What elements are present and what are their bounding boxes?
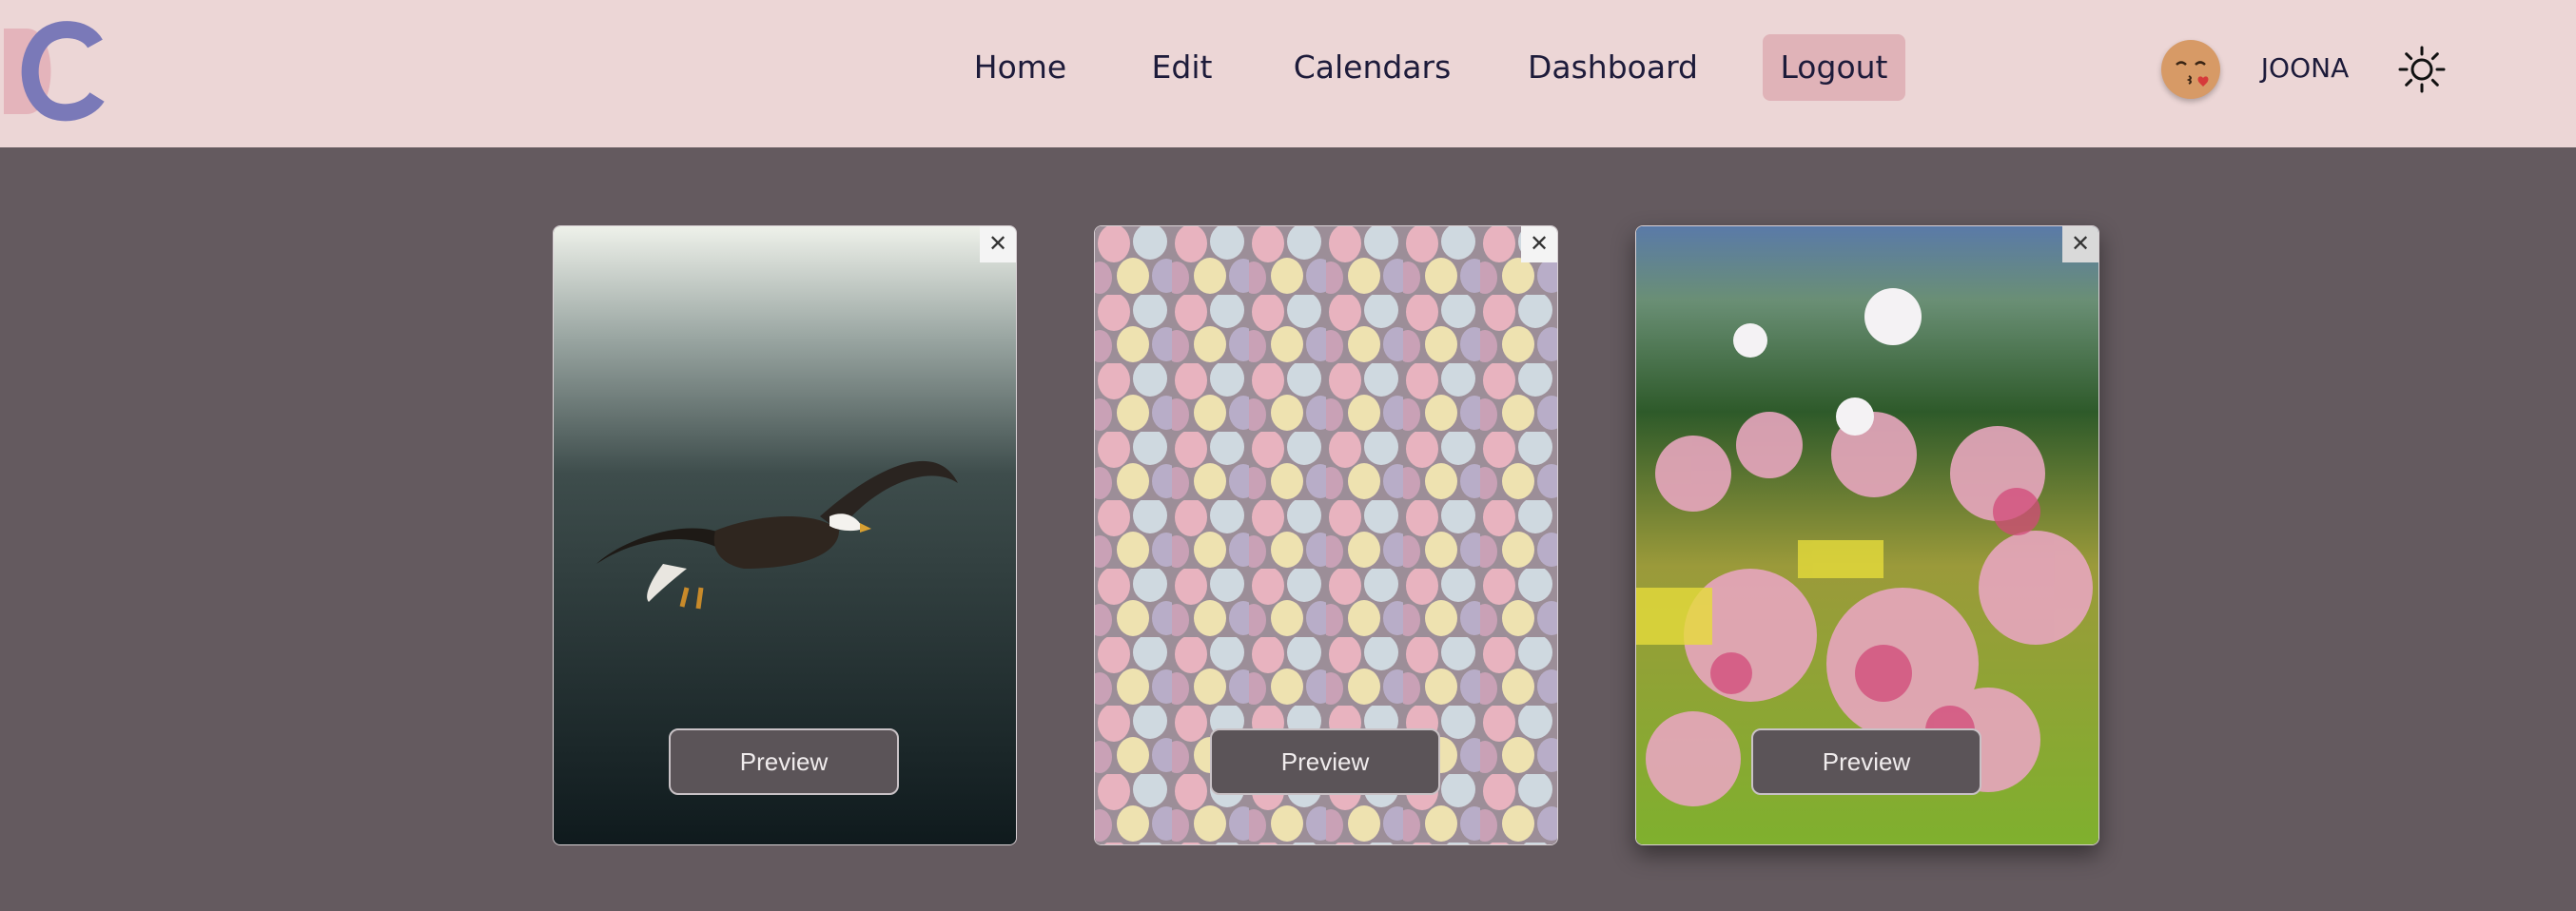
image-card[interactable]: ✕ Preview [1635, 225, 2099, 845]
username-label: JOONA [2260, 52, 2350, 84]
avatar[interactable] [2161, 40, 2220, 99]
nav-edit-link[interactable]: Edit [1137, 34, 1227, 101]
preview-button[interactable]: Preview [1210, 728, 1440, 795]
image-card[interactable]: ✕ Preview [1094, 225, 1558, 845]
top-navigation-bar: Home Edit Calendars Dashboard Logout JOO… [0, 0, 2576, 147]
preview-button[interactable]: Preview [669, 728, 899, 795]
kissing-face-icon [2176, 61, 2209, 87]
nav-home-link[interactable]: Home [951, 34, 1089, 101]
image-card[interactable]: ✕ Preview [553, 225, 1017, 845]
nav-calendars-link[interactable]: Calendars [1284, 34, 1460, 101]
logout-button[interactable]: Logout [1763, 34, 1905, 101]
close-icon[interactable]: ✕ [1521, 226, 1557, 262]
close-icon[interactable]: ✕ [980, 226, 1016, 262]
close-icon[interactable]: ✕ [2062, 226, 2098, 262]
nav-dashboard-link[interactable]: Dashboard [1520, 34, 1706, 101]
preview-button[interactable]: Preview [1751, 728, 1981, 795]
sun-icon[interactable] [2397, 45, 2447, 94]
